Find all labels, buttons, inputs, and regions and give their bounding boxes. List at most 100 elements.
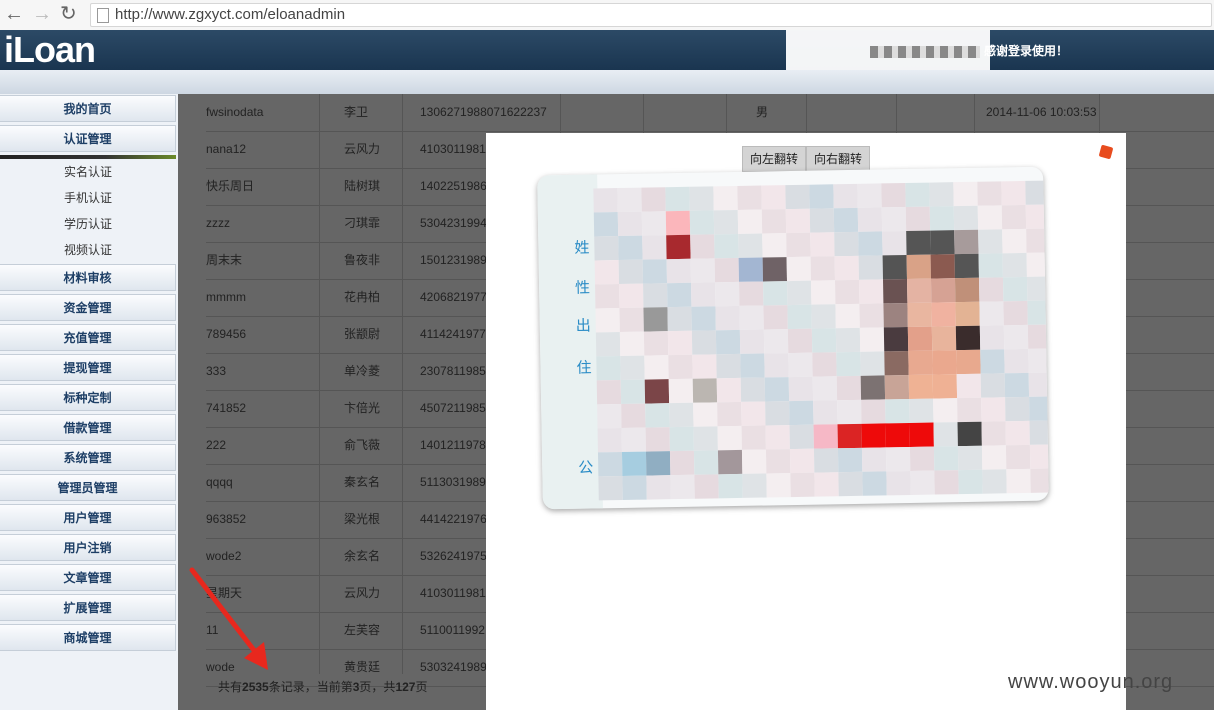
mosaic-pixel [834, 255, 859, 281]
mosaic-pixel [908, 350, 933, 375]
pagination-info: 共有2535条记录，当前第3页，共127页 [218, 680, 428, 694]
sidebar-item-materials[interactable]: 材料审核 [0, 264, 176, 291]
sidebar-item-system[interactable]: 系统管理 [0, 444, 176, 471]
mosaic-pixel [885, 398, 910, 424]
mosaic-pixel [1026, 252, 1049, 277]
mosaic-pixel [738, 257, 764, 282]
mosaic-pixel [1006, 468, 1031, 494]
mosaic-pixel [979, 301, 1004, 326]
sidebar-item-funds[interactable]: 资金管理 [0, 294, 176, 321]
card-label: 性 [574, 279, 591, 297]
back-button[interactable]: ← [4, 3, 24, 25]
mosaic-pixel [858, 279, 884, 304]
mosaic-pixel [669, 450, 695, 476]
mosaic-pixel [668, 378, 694, 404]
sidebar-item-auth[interactable]: 认证管理 [0, 125, 176, 152]
mosaic-pixel [977, 205, 1003, 230]
mosaic-pixel [643, 283, 668, 308]
mosaic-pixel [1029, 444, 1049, 469]
mosaic-pixel [762, 257, 788, 282]
mosaic-pixel [666, 258, 692, 284]
sidebar-item-articles[interactable]: 文章管理 [0, 564, 176, 591]
sidebar-item-user-cancel[interactable]: 用户注销 [0, 534, 176, 561]
rotate-right-button[interactable]: 向右翻转 [806, 146, 871, 172]
mosaic-pixel [906, 254, 931, 280]
sidebar-item-loan-types[interactable]: 标种定制 [0, 384, 176, 411]
mosaic-pixel [666, 234, 691, 260]
close-icon[interactable] [1098, 144, 1114, 160]
mosaic-pixel [763, 281, 788, 306]
sidebar-item-home[interactable]: 我的首页 [0, 95, 176, 122]
mosaic-pixel [737, 209, 763, 234]
table-cell-name: 云风力 [344, 142, 381, 156]
mosaic-pixel [813, 400, 838, 425]
mosaic-pixel [694, 474, 719, 499]
mosaic-pixel [953, 181, 978, 207]
page-icon [97, 8, 109, 23]
mosaic-pixel [957, 421, 982, 447]
sidebar-item-loans[interactable]: 借款管理 [0, 414, 176, 441]
table-cell-user: zzzz [206, 216, 230, 230]
sidebar-item-recharge[interactable]: 充值管理 [0, 324, 176, 351]
mosaic-pixel [741, 401, 766, 426]
mosaic-pixel [741, 449, 767, 474]
mosaic-pixel [954, 253, 979, 279]
table-cell-name: 单冷菱 [344, 364, 381, 378]
mosaic-pixel [618, 259, 644, 285]
mosaic-pixel [597, 428, 622, 453]
mosaic-pixel [906, 230, 931, 256]
mosaic-pixel [978, 277, 1004, 302]
sidebar-sub-education[interactable]: 学历认证 [0, 211, 176, 237]
table-cell-user: nana12 [206, 142, 247, 156]
mosaic-pixel [739, 281, 764, 306]
mosaic-pixel [714, 257, 740, 283]
address-bar[interactable]: http://www.zgxyct.com/eloanadmin [90, 3, 1212, 27]
mosaic-pixel [956, 373, 982, 399]
mosaic-pixel [596, 356, 621, 381]
mosaic-pixel [715, 305, 740, 331]
mosaic-pixel [858, 255, 883, 280]
mosaic-pixel [740, 377, 766, 402]
sidebar-sub-video[interactable]: 视频认证 [0, 237, 176, 263]
mosaic-pixel [598, 475, 623, 501]
mosaic-pixel [713, 185, 738, 211]
sidebar-item-withdraw[interactable]: 提现管理 [0, 354, 176, 381]
mosaic-pixel [812, 352, 837, 377]
mosaic-pixel [1003, 300, 1028, 326]
mosaic-pixel [617, 211, 643, 237]
mosaic-pixel [1026, 228, 1049, 253]
sidebar-item-users[interactable]: 用户管理 [0, 504, 176, 531]
mosaic-pixel [885, 422, 910, 448]
sidebar-item-mall[interactable]: 商城管理 [0, 624, 176, 651]
sidebar-sub-realname[interactable]: 实名认证 [0, 159, 176, 185]
mosaic-pixel [595, 332, 621, 357]
reload-button[interactable]: ↻ [60, 3, 77, 25]
mosaic-pixel [621, 403, 646, 429]
mosaic-pixel [931, 326, 957, 351]
rotate-left-button[interactable]: 向左翻转 [742, 146, 807, 172]
watermark: www.wooyun.org [1008, 671, 1174, 693]
mosaic-pixel [930, 278, 956, 303]
forward-button[interactable]: → [32, 3, 52, 25]
sidebar-item-admins[interactable]: 管理员管理 [0, 474, 176, 501]
table-cell-name: 鲁夜非 [344, 253, 381, 267]
sidebar-item-extensions[interactable]: 扩展管理 [0, 594, 176, 621]
mosaic-pixel [621, 451, 647, 476]
mosaic-pixel [835, 327, 861, 353]
mosaic-pixel [861, 423, 886, 448]
mosaic-pixel [859, 303, 884, 328]
id-card-image: 姓 性 出 住 公 [537, 166, 1049, 510]
mosaic-pixel [690, 258, 716, 283]
mosaic-pixel [595, 284, 620, 309]
mosaic-pixel [857, 207, 883, 232]
mosaic-pixel [595, 308, 620, 333]
mosaic-pixel [787, 304, 812, 330]
mosaic-pixel [763, 305, 788, 330]
mosaic-pixel [906, 278, 932, 303]
mosaic-pixel [1029, 396, 1049, 421]
mosaic-pixel [764, 353, 789, 378]
mosaic-pixel [689, 210, 715, 235]
sidebar-sub-phone[interactable]: 手机认证 [0, 185, 176, 211]
mosaic-pixel [762, 233, 787, 258]
mosaic-pixel [618, 235, 643, 261]
